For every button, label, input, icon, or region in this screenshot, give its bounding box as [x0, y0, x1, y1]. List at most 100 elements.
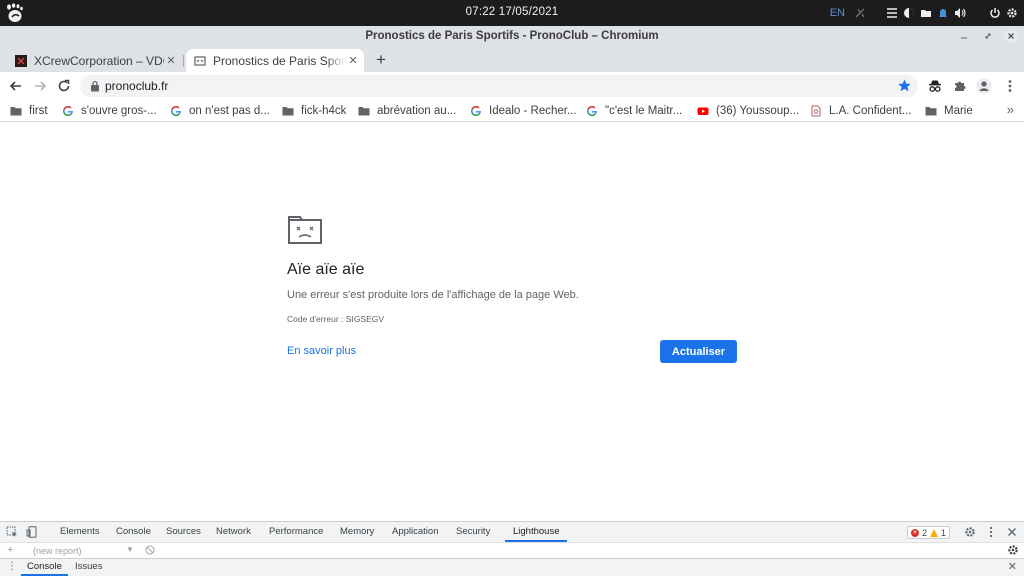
desktop-top-bar: 07:22 17/05/2021 EN: [0, 0, 1024, 26]
devtools-menu-button[interactable]: [984, 525, 998, 539]
kebab-menu-icon: [989, 526, 993, 538]
inspect-icon: [6, 526, 17, 537]
drawer-menu-icon[interactable]: ⋮: [7, 561, 17, 572]
error-title: Aïe aïe aïe: [287, 261, 365, 278]
url-text[interactable]: pronoclub.fr: [105, 79, 168, 93]
device-toolbar-button[interactable]: [25, 525, 39, 539]
tab-pronoclub[interactable]: Pronostics de Paris Sportifs - PronoClub…: [186, 49, 364, 72]
google-icon: [587, 105, 597, 117]
settings-gear-icon[interactable]: [1006, 7, 1018, 19]
device-icon: [26, 526, 37, 538]
devtools-tab-application[interactable]: Application: [392, 522, 438, 542]
clear-reports-icon[interactable]: [145, 545, 155, 555]
sad-tab-icon: [288, 216, 322, 244]
bookmark-item[interactable]: Idealo - Recher...: [470, 103, 577, 119]
dropdown-caret-icon[interactable]: ▼: [126, 545, 134, 554]
devtools-tab-console[interactable]: Console: [116, 522, 151, 542]
extensions-button[interactable]: [951, 77, 969, 95]
reload-page-button[interactable]: Actualiser: [660, 340, 737, 363]
reload-button[interactable]: [55, 77, 73, 95]
close-window-button[interactable]: [1004, 29, 1018, 43]
folder-icon: [282, 107, 294, 116]
gear-icon: [965, 527, 975, 537]
extension-incognito-button[interactable]: [926, 77, 944, 95]
arrow-right-icon: [35, 81, 47, 91]
forward-button[interactable]: [31, 77, 49, 95]
bookmark-label: L.A. Confident...: [829, 105, 912, 117]
night-mode-icon[interactable]: [903, 7, 915, 19]
minimize-window-button[interactable]: [958, 29, 970, 43]
warning-icon: [930, 528, 939, 537]
bookmark-star-icon[interactable]: [897, 78, 912, 93]
devtools-tab-sources[interactable]: Sources: [166, 522, 201, 542]
devtools-tab-security[interactable]: Security: [456, 522, 490, 542]
inspect-element-button[interactable]: [5, 525, 19, 539]
devtools-tab-network[interactable]: Network: [216, 522, 251, 542]
error-code: Code d'erreur : SIGSEGV: [287, 314, 385, 324]
learn-more-link[interactable]: En savoir plus: [287, 345, 356, 357]
minimize-icon: [961, 37, 967, 39]
lighthouse-settings-gear-icon[interactable]: [1007, 544, 1019, 556]
power-icon[interactable]: [989, 7, 1001, 19]
devtools-drawer-bar: ⋮ Console Issues ✕: [0, 558, 1024, 576]
devtools-tab-lighthouse[interactable]: Lighthouse: [505, 522, 568, 542]
devtools-tab-performance[interactable]: Performance: [269, 522, 323, 542]
folder-icon: [10, 107, 22, 116]
lock-icon[interactable]: [90, 80, 100, 92]
bookmark-label: "c'est le Maitr...: [605, 105, 683, 117]
close-tab-icon[interactable]: ✕: [164, 54, 178, 67]
bookmark-label: s'ouvre gros-...: [81, 105, 157, 117]
system-tray: EN: [830, 4, 1018, 22]
bookmark-item[interactable]: Marie: [925, 103, 973, 119]
lighthouse-toolbar: + (new report) ▼: [0, 542, 1024, 558]
avatar-icon: [976, 78, 992, 94]
keyboard-language[interactable]: EN: [830, 7, 845, 19]
reload-icon: [58, 79, 70, 92]
bookmark-item[interactable]: "c'est le Maitr...: [586, 103, 682, 119]
bookmark-item[interactable]: abrévation au...: [358, 103, 456, 119]
kebab-menu-icon: [1008, 80, 1012, 92]
bookmark-item[interactable]: first: [10, 103, 48, 119]
devtools-close-button[interactable]: [1005, 525, 1019, 539]
menu-icon[interactable]: [886, 7, 898, 19]
bookmark-label: Marie: [944, 105, 973, 117]
close-tab-icon[interactable]: ✕: [346, 54, 360, 67]
devtools-tab-memory[interactable]: Memory: [340, 522, 374, 542]
devtools-tab-elements[interactable]: Elements: [60, 522, 100, 542]
window-title: Pronostics de Paris Sportifs - PronoClub…: [365, 30, 659, 42]
volume-icon[interactable]: [954, 7, 967, 19]
bookmark-item[interactable]: (36) Youssoup...: [697, 103, 799, 119]
restore-window-button[interactable]: [982, 29, 994, 43]
folder-icon[interactable]: [920, 7, 932, 19]
drawer-close-icon[interactable]: ✕: [1008, 560, 1017, 573]
tab-xcrewcorporation[interactable]: XCrewCorporation – VDG ✕: [10, 49, 182, 72]
crashed-page-favicon-icon: [194, 55, 206, 66]
bookmark-item[interactable]: fick-h4ck: [282, 103, 346, 119]
report-selector[interactable]: (new report): [33, 546, 82, 556]
issues-counter[interactable]: ✕ 2 1: [907, 526, 951, 539]
bookmarks-bar: first s'ouvre gros-... on n'est pas d...…: [0, 100, 1024, 122]
browser-toolbar: pronoclub.fr: [0, 72, 1024, 100]
notification-bell-icon[interactable]: [937, 7, 949, 19]
drawer-tab-issues[interactable]: Issues: [75, 559, 102, 576]
address-bar[interactable]: pronoclub.fr: [80, 75, 918, 97]
profile-button[interactable]: [975, 77, 993, 95]
bookmark-label: on n'est pas d...: [189, 105, 270, 117]
back-button[interactable]: [7, 77, 25, 95]
bookmark-item[interactable]: L.A. Confident...: [810, 103, 911, 119]
puzzle-icon: [955, 81, 966, 91]
folder-icon: [925, 107, 937, 116]
bookmark-item[interactable]: s'ouvre gros-...: [62, 103, 157, 119]
new-report-icon[interactable]: +: [7, 544, 13, 556]
page-icon: [811, 105, 821, 117]
drawer-tab-console[interactable]: Console: [21, 559, 68, 576]
bookmarks-overflow-icon[interactable]: »: [1007, 102, 1014, 117]
window-title-bar[interactable]: Pronostics de Paris Sportifs - PronoClub…: [0, 26, 1024, 47]
devtools-settings-button[interactable]: [963, 525, 977, 539]
browser-menu-button[interactable]: [1001, 77, 1019, 95]
network-off-icon[interactable]: [854, 7, 866, 19]
google-icon: [171, 105, 181, 117]
bookmark-item[interactable]: on n'est pas d...: [170, 103, 270, 119]
close-icon: [1008, 528, 1016, 536]
new-tab-button[interactable]: +: [372, 51, 390, 69]
